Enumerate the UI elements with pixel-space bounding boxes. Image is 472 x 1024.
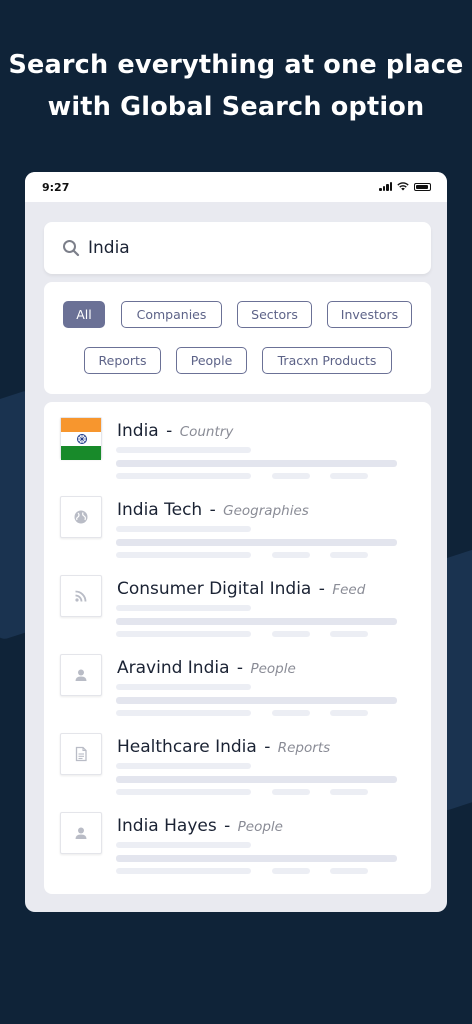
placeholder-line	[116, 473, 251, 479]
person-icon	[60, 812, 102, 854]
result-type: Feed	[332, 582, 366, 598]
placeholder-line	[272, 710, 310, 716]
result-item[interactable]: Aravind India - People	[60, 654, 420, 726]
result-name: Aravind India	[117, 658, 230, 678]
placeholder-line	[116, 539, 397, 546]
placeholder-line	[272, 631, 310, 637]
placeholder-line	[272, 552, 310, 558]
person-icon	[60, 654, 102, 696]
globe-icon	[60, 496, 102, 538]
result-name: Healthcare India	[117, 737, 257, 757]
document-icon	[60, 733, 102, 775]
placeholder-line	[330, 789, 368, 795]
placeholder-line	[116, 789, 251, 795]
filter-chip-investors[interactable]: Investors	[327, 301, 412, 328]
search-bar[interactable]	[44, 222, 431, 274]
placeholder-line	[330, 631, 368, 637]
placeholder-line	[116, 684, 251, 690]
filter-chips-panel: All Companies Sectors Investors Reports …	[44, 282, 431, 394]
result-type: Reports	[277, 740, 331, 756]
result-title: Aravind India - People	[117, 658, 296, 678]
placeholder-line	[116, 710, 251, 716]
result-title: Consumer Digital India - Feed	[117, 579, 366, 599]
filter-chip-all[interactable]: All	[63, 301, 105, 328]
headline-line-2: with Global Search option	[47, 92, 425, 122]
placeholder-line	[330, 552, 368, 558]
placeholder-line	[116, 763, 251, 769]
result-item[interactable]: India Tech - Geographies	[60, 496, 420, 568]
placeholder-line	[116, 631, 251, 637]
signal-icon	[379, 182, 392, 191]
result-type: People	[237, 819, 283, 835]
headline-line-1: Search everything at one place	[8, 50, 464, 80]
filter-chip-companies[interactable]: Companies	[121, 301, 222, 328]
result-type: Country	[179, 424, 234, 440]
placeholder-line	[116, 447, 251, 453]
result-title: India - Country	[117, 421, 234, 441]
placeholder-line	[116, 855, 397, 862]
placeholder-line	[330, 710, 368, 716]
result-name: India Hayes	[117, 816, 217, 836]
result-type: Geographies	[223, 503, 309, 519]
wifi-icon	[397, 182, 409, 191]
search-results-list: India - Country India Tech - Geographies…	[44, 402, 431, 894]
placeholder-line	[116, 460, 397, 467]
promo-headline: Search everything at one place with Glob…	[0, 44, 472, 128]
filter-chip-sectors[interactable]: Sectors	[237, 301, 312, 328]
placeholder-line	[116, 868, 251, 874]
result-title: Healthcare India - Reports	[117, 737, 331, 757]
placeholder-line	[272, 868, 310, 874]
placeholder-line	[272, 473, 310, 479]
result-name: India	[117, 421, 159, 441]
placeholder-line	[116, 697, 397, 704]
placeholder-line	[116, 776, 397, 783]
result-item[interactable]: Healthcare India - Reports	[60, 733, 420, 805]
rss-feed-icon	[60, 575, 102, 617]
placeholder-line	[330, 473, 368, 479]
status-icons	[379, 182, 431, 191]
placeholder-line	[116, 605, 251, 611]
result-name: India Tech	[117, 500, 203, 520]
placeholder-line	[116, 842, 251, 848]
result-item[interactable]: India Hayes - People	[60, 812, 420, 884]
placeholder-line	[272, 789, 310, 795]
status-bar: 9:27	[25, 172, 447, 202]
status-time: 9:27	[42, 181, 70, 194]
result-title: India Hayes - People	[117, 816, 283, 836]
phone-screen: 9:27 All Companies Sectors Investors Rep…	[25, 172, 447, 912]
filter-chip-people[interactable]: People	[176, 347, 247, 374]
result-item[interactable]: India - Country	[60, 417, 420, 489]
result-item[interactable]: Consumer Digital India - Feed	[60, 575, 420, 647]
search-icon	[63, 240, 80, 257]
result-type: People	[250, 661, 296, 677]
placeholder-line	[116, 526, 251, 532]
placeholder-line	[116, 552, 251, 558]
battery-icon	[414, 183, 431, 191]
result-name: Consumer Digital India	[117, 579, 312, 599]
placeholder-line	[116, 618, 397, 625]
filter-chip-reports[interactable]: Reports	[84, 347, 161, 374]
filter-chip-tracxn-products[interactable]: Tracxn Products	[262, 347, 392, 374]
search-input[interactable]	[88, 238, 388, 258]
result-title: India Tech - Geographies	[117, 500, 309, 520]
india-flag-icon	[60, 417, 102, 460]
placeholder-line	[330, 868, 368, 874]
